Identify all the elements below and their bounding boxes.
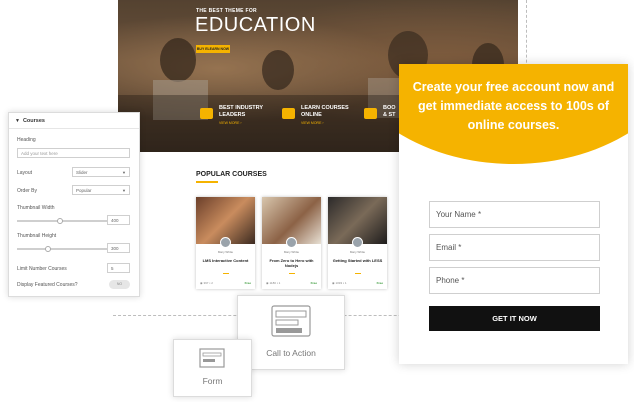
course-title[interactable]: From Zero to Hero with Nodejs: [262, 258, 321, 268]
panel-header[interactable]: ▼ Courses: [9, 113, 139, 129]
course-meta: ◉ 1093 ▪ 1: [332, 281, 347, 285]
feature-title: BOO & ST: [383, 105, 396, 118]
course-title[interactable]: Getting Started with LESS: [328, 258, 387, 263]
phone-input[interactable]: Phone *: [429, 267, 600, 294]
course-price: Free: [376, 281, 383, 285]
widget-label: Call to Action: [266, 348, 316, 358]
signup-card: Create your free account now and get imm…: [399, 64, 628, 364]
card-divider: [223, 273, 229, 274]
course-price: Free: [244, 281, 251, 285]
feature-title: LEARN COURSES ONLINE: [301, 105, 349, 118]
caret-down-icon: ▼: [15, 117, 20, 124]
limit-label: Limit Number Courses: [17, 266, 67, 272]
call-to-action-icon: [271, 305, 311, 337]
course-card[interactable]: Mary White Getting Started with LESS ◉ 1…: [328, 197, 387, 289]
thumb-width-input[interactable]: 400: [107, 215, 130, 225]
limit-input[interactable]: 5: [107, 263, 130, 273]
get-it-now-button[interactable]: GET IT NOW: [429, 306, 600, 331]
title-underline: [196, 181, 218, 183]
course-title[interactable]: LMS Interactive Content: [196, 258, 255, 263]
thumb-width-slider[interactable]: [17, 217, 109, 224]
course-meta: ◉ 1180 ▪ 1: [266, 281, 281, 285]
order-select[interactable]: Popular ▼: [72, 185, 130, 195]
feature-item[interactable]: BEST INDUSTRY LEADERS VIEW MORE ›: [196, 101, 276, 131]
chevron-down-icon: ▼: [122, 187, 126, 193]
featured-toggle[interactable]: NO: [109, 280, 130, 289]
book-icon: [364, 108, 377, 119]
heading-input[interactable]: Add your text here: [17, 148, 130, 158]
courses-settings-panel: ▼ Courses Heading Add your text here Lay…: [8, 112, 140, 297]
buy-now-button[interactable]: BUY ELEARN NOW: [196, 45, 230, 53]
order-label: Order By: [17, 188, 38, 194]
layout-label: Layout: [17, 170, 33, 176]
award-icon: [200, 108, 213, 119]
course-price: Free: [310, 281, 317, 285]
hero-title: EDUCATION: [195, 14, 316, 36]
signup-headline: Create your free account now and get imm…: [412, 80, 615, 132]
slider-handle[interactable]: [45, 245, 51, 252]
avatar: [286, 237, 297, 248]
popular-courses-title: POPULAR COURSES: [196, 171, 267, 178]
panel-title: Courses: [22, 117, 45, 124]
thumb-height-input[interactable]: 300: [107, 243, 130, 253]
avatar: [352, 237, 363, 248]
call-to-action-widget[interactable]: Call to Action: [237, 295, 345, 370]
featured-label: Display Featured Courses?: [17, 282, 78, 288]
feature-more-link[interactable]: VIEW MORE ›: [219, 121, 263, 125]
avatar: [220, 237, 231, 248]
slider-handle[interactable]: [57, 217, 63, 224]
course-list: Mary White LMS Interactive Content ◉ 397…: [196, 197, 387, 289]
thumb-height-slider[interactable]: [17, 245, 109, 252]
widget-label: Form: [202, 376, 223, 386]
course-author: Mary White: [349, 250, 366, 254]
thumb-height-label: Thumbnail Height: [17, 233, 57, 239]
feature-title: BEST INDUSTRY LEADERS: [219, 105, 264, 118]
form-icon: [199, 348, 225, 368]
laptop-icon: [282, 108, 295, 119]
course-author: Mary White: [217, 250, 234, 254]
course-meta: ◉ 397 ▪ 2: [200, 281, 213, 285]
card-divider: [289, 273, 295, 274]
form-widget[interactable]: Form: [173, 339, 252, 397]
thumb-width-label: Thumbnail Width: [17, 205, 55, 211]
email-input[interactable]: Email *: [429, 234, 600, 261]
chevron-down-icon: ▼: [122, 169, 126, 175]
card-divider: [355, 273, 361, 274]
heading-label: Heading: [17, 137, 36, 143]
feature-item[interactable]: LEARN COURSES ONLINE VIEW MORE ›: [278, 101, 358, 131]
feature-more-link[interactable]: VIEW MORE ›: [301, 121, 349, 125]
layout-select[interactable]: Slider ▼: [72, 167, 130, 177]
course-card[interactable]: Mary White LMS Interactive Content ◉ 397…: [196, 197, 255, 289]
course-author: Mary White: [283, 250, 300, 254]
course-card[interactable]: Mary White From Zero to Hero with Nodejs…: [262, 197, 321, 289]
name-input[interactable]: Your Name *: [429, 201, 600, 228]
